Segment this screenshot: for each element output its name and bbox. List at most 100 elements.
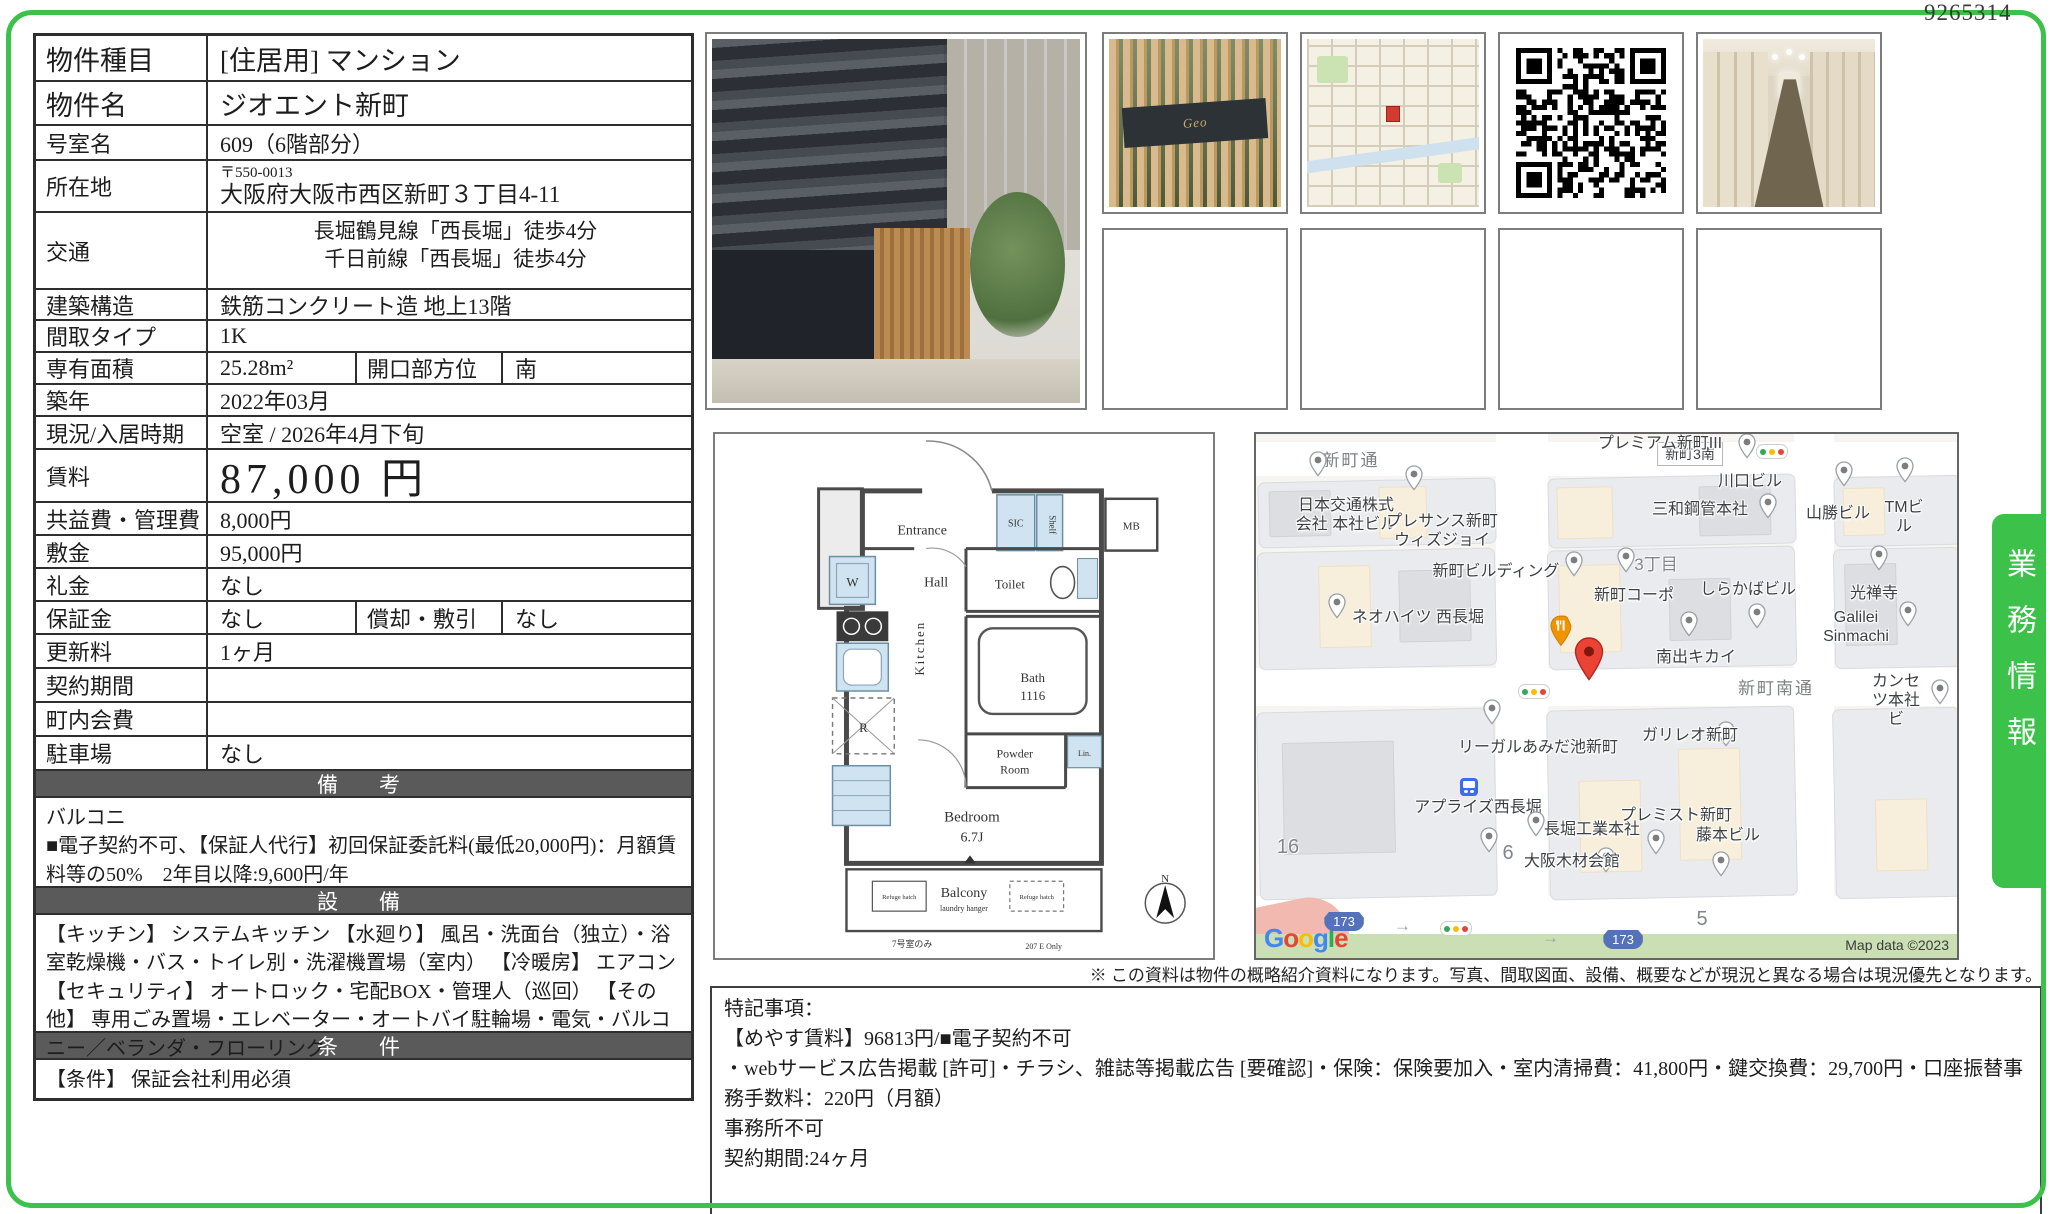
google-logo-letter: o: [1283, 923, 1298, 953]
table-row: 共益費・管理費 8,000円: [36, 503, 691, 536]
row-value: なし: [208, 602, 355, 633]
row-value: [住居用] マンション: [208, 36, 691, 80]
map-poi-pin: [1748, 603, 1766, 634]
fp-shelf-label: Shelf: [1048, 515, 1058, 534]
map-poi-pin: [1870, 545, 1888, 576]
street-label: 新町通: [1323, 446, 1380, 471]
map-attribution: Map data ©2023: [1845, 937, 1949, 953]
photo-placeholder-4: [1696, 228, 1882, 410]
row-subvalue: なし: [503, 602, 691, 633]
map-poi-label: しらかばビル: [1700, 580, 1796, 599]
fp-kitchen-label: Kitchen: [912, 621, 927, 676]
notes-title: 特記事項：: [724, 994, 2028, 1024]
fp-bath-label: Bath: [1021, 670, 1046, 685]
fp-hall-label: Hall: [924, 575, 948, 590]
fp-toilet-label: Toilet: [995, 576, 1025, 591]
row-label: 建築構造: [36, 290, 208, 319]
road-shinmachi-minami-dori: [1256, 668, 1959, 706]
table-row: 交通 長堀鶴見線「西長堀」徒歩4分 千日前線「西長堀」徒歩4分: [36, 213, 691, 290]
table-row: 契約期間: [36, 669, 691, 703]
row-value: 609（6階部分）: [208, 126, 691, 159]
photo-exterior: [705, 32, 1087, 410]
map-poi-label: プレミアム新町III: [1598, 434, 1722, 453]
map-poi-pin: [1680, 611, 1698, 642]
row-value: なし: [208, 569, 691, 600]
map-area-label: 5: [1696, 908, 1707, 931]
map-poi-pin: [1738, 433, 1756, 464]
restaurant-pin-icon: [1549, 615, 1573, 652]
compass-icon: N: [1145, 873, 1185, 923]
row-label: 築年: [36, 385, 208, 415]
map-poi-pin: [1617, 547, 1635, 578]
table-row: 礼金 なし: [36, 569, 691, 602]
map-poi-label: 三和鋼管本社: [1652, 500, 1748, 519]
map-poi-label: ネオハイツ 西長堀: [1352, 608, 1484, 627]
fp-laundry-hanger-label: laundry hanger: [940, 904, 988, 913]
table-row: 所在地 〒550-0013 大阪府大阪市西区新町３丁目4-11: [36, 161, 691, 213]
map-poi-label: 藤本ビル: [1696, 826, 1760, 845]
address: 大阪府大阪市西区新町３丁目4-11: [220, 182, 560, 207]
photo-corridor: [1696, 32, 1882, 214]
qr-code: [1505, 39, 1677, 207]
row-label: 専有面積: [36, 353, 208, 383]
map-area-label: 6: [1502, 842, 1513, 865]
row-value: 鉄筋コンクリート造 地上13階: [208, 290, 691, 319]
row-value: 〒550-0013 大阪府大阪市西区新町３丁目4-11: [208, 161, 691, 211]
row-subvalue: 南: [503, 353, 691, 383]
transit-line-1: 長堀鶴見線「西長堀」徒歩4分: [314, 217, 598, 245]
qr-code-box: [1498, 32, 1684, 214]
photo-entrance-sign: Geo: [1102, 32, 1288, 214]
row-label: 駐車場: [36, 737, 208, 769]
map-poi-pin: [1309, 451, 1327, 482]
notes-line-2: ・webサービス広告掲載 [許可]・チラシ、雑誌等掲載広告 [要確認]・保険：保…: [724, 1054, 2028, 1114]
notes-line-4: 契約期間:24ヶ月: [724, 1144, 2028, 1174]
map-poi-pin: [1527, 811, 1545, 842]
table-row: 更新料 1ヶ月: [36, 635, 691, 669]
traffic-light-icon: [1518, 684, 1550, 699]
map-poi-label: 南出キカイ: [1656, 648, 1736, 667]
sign-photo-image: Geo: [1109, 39, 1281, 207]
table-row: 町内会費: [36, 703, 691, 737]
fp-note-right: 207 E Only: [1025, 942, 1062, 951]
map-poi-label: 新町ビルディング: [1433, 562, 1560, 581]
row-label: 所在地: [36, 161, 208, 211]
property-table: 物件種目 [住居用] マンション 物件名 ジオエント新町 号室名 609（6階部…: [33, 33, 694, 1101]
destination-pin-icon: [1574, 637, 1604, 686]
map-poi-label: TMビル: [1878, 498, 1931, 536]
fp-bath-size: 1116: [1020, 688, 1045, 703]
row-value: [208, 703, 691, 735]
row-label: 更新料: [36, 635, 208, 667]
map-block: [1832, 707, 1959, 900]
photo-placeholder-3: [1498, 228, 1684, 410]
map-poi-pin: [1480, 827, 1498, 858]
conditions-text: 【条件】 保証会社利用必須: [36, 1060, 691, 1098]
business-info-tab[interactable]: 業務情報: [1992, 514, 2044, 888]
exterior-photo-image: [712, 39, 1080, 403]
transit-line-2: 千日前線「西長堀」徒歩4分: [324, 245, 587, 273]
fp-mb-label: MB: [1123, 521, 1140, 533]
row-label: 契約期間: [36, 669, 208, 701]
table-row: 物件種目 [住居用] マンション: [36, 36, 691, 82]
row-label: 共益費・管理費: [36, 503, 208, 534]
fp-note-left: 7号室のみ: [892, 938, 932, 949]
fp-linen-label: Lin.: [1078, 749, 1091, 758]
row-value: 1ヶ月: [208, 635, 691, 667]
special-notes-box: 特記事項： 【めやす賃料】96813円/■電子契約不可 ・webサービス広告掲載…: [710, 986, 2042, 1214]
route-shield: 173: [1603, 930, 1643, 949]
row-label: 町内会費: [36, 703, 208, 735]
fp-washer-label: W: [846, 574, 859, 589]
equipment-text: 【キッチン】 システムキッチン 【水廻り】 風呂・洗面台（独立）・浴室乾燥機・バ…: [36, 915, 691, 1033]
row-value: 空室 / 2026年4月下旬: [208, 417, 691, 448]
fp-compass-n: N: [1161, 873, 1169, 885]
notes-line-3: 事務所不可: [724, 1114, 2028, 1144]
photo-placeholder-1: [1102, 228, 1288, 410]
row-value: 長堀鶴見線「西長堀」徒歩4分 千日前線「西長堀」徒歩4分: [208, 213, 691, 288]
map-poi-pin: [1565, 551, 1583, 582]
map-poi-pin: [1759, 493, 1777, 524]
bus-stop-icon: [1460, 778, 1478, 796]
row-label: 礼金: [36, 569, 208, 600]
floor-plan-drawing: MB SIC Shelf Entrance Toilet W Hall: [715, 434, 1213, 958]
row-value: 8,000円: [208, 503, 691, 534]
fp-refuge-hatch-label-2: Refuge hatch: [1020, 894, 1055, 901]
remarks-header: 備 考: [36, 771, 691, 798]
